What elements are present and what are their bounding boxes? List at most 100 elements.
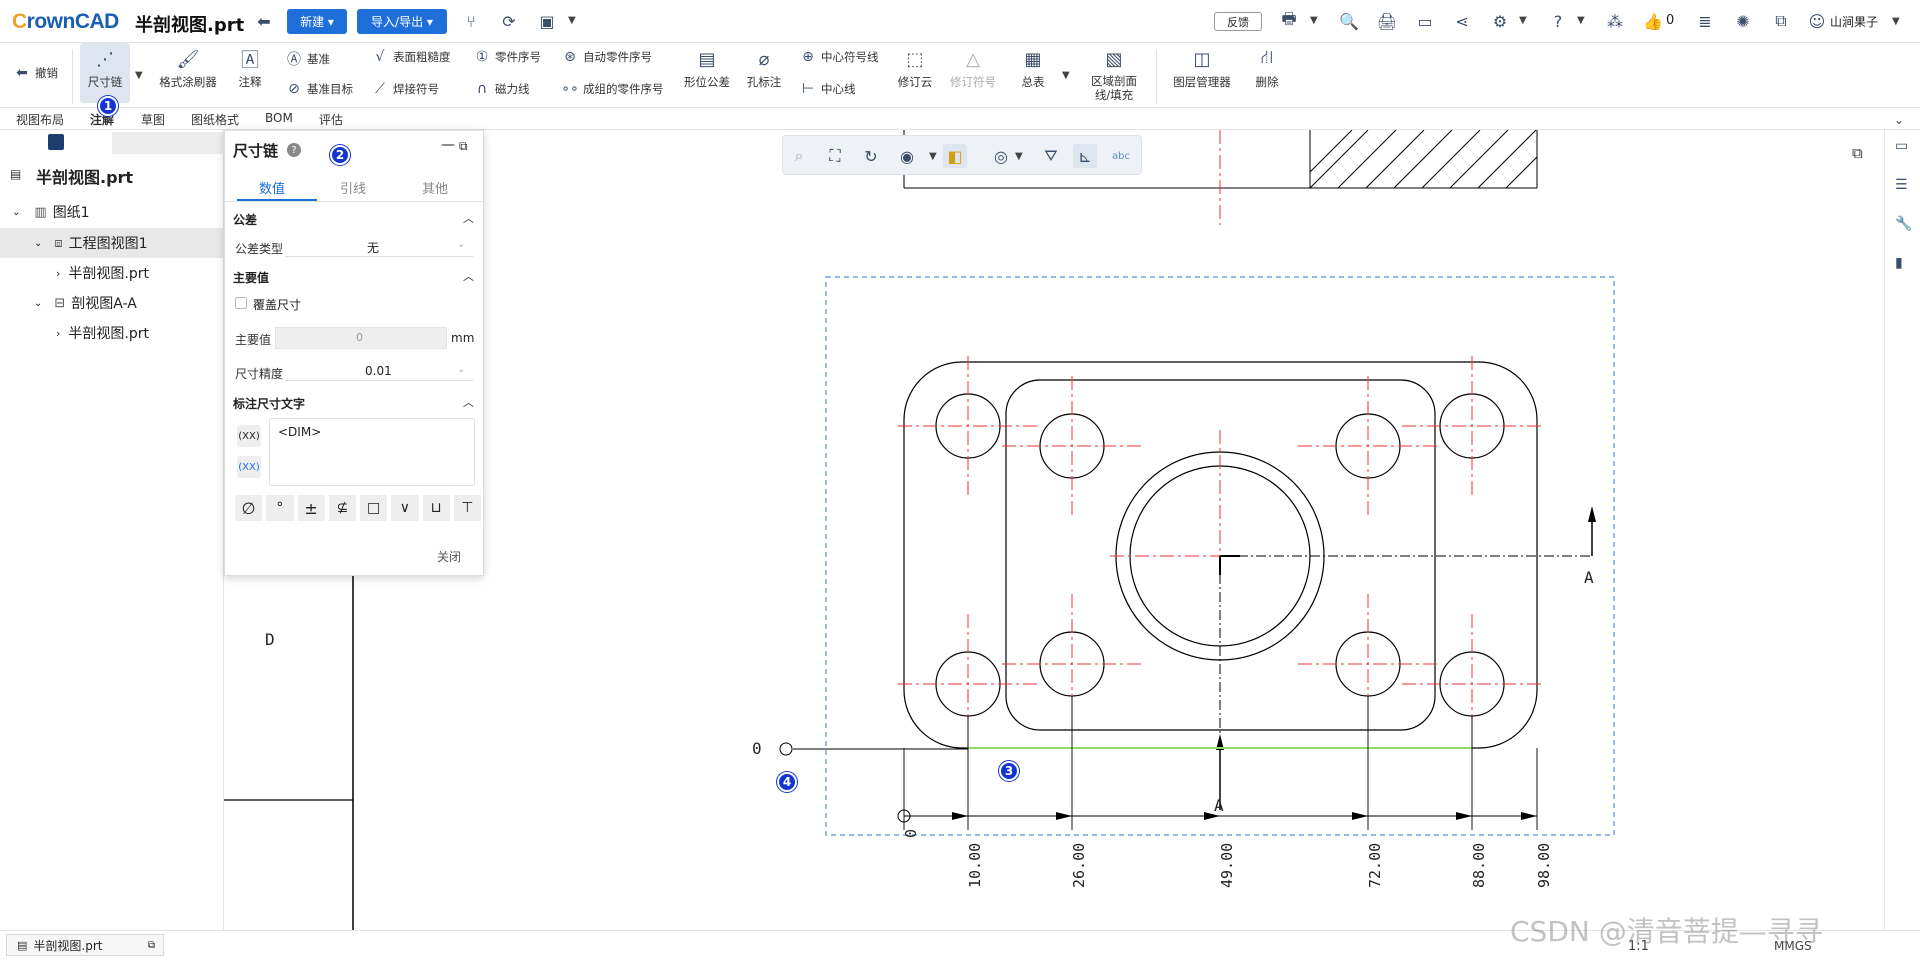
collapse-ribbon-chevron-icon[interactable]: ⌄ (1894, 113, 1904, 127)
dialog-tab-other[interactable]: 其他 (422, 178, 448, 197)
refresh-icon[interactable]: ⟳ (498, 10, 520, 32)
connector-icon[interactable]: ⧉ (1770, 10, 1792, 32)
canvas-restore-icon[interactable]: ⧉ (1852, 144, 1863, 162)
printer-icon[interactable]: 🖨 (1376, 10, 1398, 32)
dim-text-section-header[interactable]: 标注尺寸文字 (233, 395, 305, 412)
chevron-right-icon[interactable]: › (56, 267, 60, 280)
chevron-right-icon[interactable]: › (56, 327, 60, 340)
plugin-bug-icon[interactable]: ✺ (1732, 10, 1754, 32)
like-thumb-icon[interactable]: 👍 (1642, 10, 1664, 32)
print-setup-icon[interactable]: 🖶 (1278, 9, 1300, 32)
countersink-symbol-icon[interactable]: ∨ (391, 495, 419, 521)
chevron-down-icon[interactable]: ⌄ (34, 238, 42, 249)
dim-label-88[interactable]: 88.00 (1470, 843, 1488, 888)
tolerance-section-header[interactable]: 公差 (233, 211, 257, 228)
precision-select[interactable]: 0.01 ⌄ (285, 361, 473, 381)
geometric-tolerance-button[interactable]: ▤ 形位公差 (680, 47, 734, 90)
tab-sheet-format[interactable]: 图纸格式 (191, 111, 239, 128)
import-export-button[interactable]: 导入/导出 ▾ (357, 9, 447, 34)
weld-symbol-button[interactable]: ⟋ 焊接符号 (370, 81, 439, 97)
dim-label-0[interactable]: 0 (902, 778, 920, 838)
tree-item-section-view[interactable]: ⌄ ⊟ 剖视图A-A (0, 288, 224, 318)
centerline-symbol-icon[interactable]: ⊈ (328, 495, 356, 521)
redraw-icon[interactable]: ↻ (859, 144, 883, 168)
tree-root[interactable]: 半剖视图.prt (36, 164, 133, 188)
document-tab[interactable]: ▤ 半剖视图.prt ⧉ (6, 934, 164, 956)
tab-evaluate[interactable]: 评估 (319, 111, 343, 128)
chevron-up-icon[interactable]: ︿ (463, 268, 474, 284)
new-button[interactable]: 新建 ▾ (287, 9, 347, 34)
server-icon[interactable]: ≣ (1694, 10, 1716, 32)
auto-balloon-button[interactable]: ⊛ 自动零件序号 (560, 49, 652, 65)
user-menu-chevron-icon[interactable]: ▼ (1892, 16, 1900, 27)
magnetic-line-button[interactable]: ∩ 磁力线 (472, 81, 530, 97)
save-icon[interactable]: ▣ (536, 10, 558, 32)
dimension-menu-chevron-icon[interactable]: ▼ (135, 70, 143, 81)
tolerance-type-select[interactable]: 无 ⌄ (285, 237, 473, 257)
user-name[interactable]: 山涧果子 (1830, 13, 1878, 30)
surface-roughness-button[interactable]: √ 表面粗糙度 (370, 49, 451, 65)
degree-symbol-icon[interactable]: ° (266, 495, 294, 521)
user-avatar[interactable]: ☺ (1806, 10, 1828, 32)
square-symbol-icon[interactable]: □ (360, 495, 388, 521)
settings-gear-icon[interactable]: ⚙ (1489, 10, 1511, 32)
undo-button[interactable]: ⬅ 撤销 (12, 65, 58, 81)
depth-symbol-icon[interactable]: ⊤ (453, 495, 481, 521)
tree-tab-icon[interactable] (48, 134, 64, 150)
table-menu-chevron-icon[interactable]: ▼ (1062, 70, 1070, 81)
book-icon[interactable]: ▮ (1895, 255, 1903, 271)
axis-icon[interactable]: ⊾ (1073, 144, 1097, 168)
center-mark-line-button[interactable]: ⊕ 中心符号线 (798, 49, 878, 65)
revision-cloud-button[interactable]: ⬚ 修订云 (894, 47, 936, 90)
share-icon[interactable]: ⋖ (1451, 10, 1473, 32)
chevron-down-icon[interactable]: ⌄ (12, 207, 20, 218)
save-menu-chevron-icon[interactable]: ▼ (568, 15, 576, 26)
area-hatch-button[interactable]: ▧ 区域剖面线/填充 (1088, 47, 1140, 103)
dialog-tab-value[interactable]: 数值 (259, 178, 285, 197)
tab-bom[interactable]: BOM (265, 111, 293, 125)
branch-icon[interactable]: ⑂ (460, 10, 482, 32)
fit-view-icon[interactable]: ⛶ (823, 144, 847, 168)
minimize-icon[interactable]: — (441, 137, 455, 153)
diameter-symbol-icon[interactable]: ∅ (235, 495, 263, 521)
override-checkbox[interactable] (235, 297, 247, 309)
counterbore-symbol-icon[interactable]: ⊔ (422, 495, 450, 521)
dim-label-49[interactable]: 49.00 (1218, 843, 1236, 888)
hole-callout-button[interactable]: ⌀ 孔标注 (744, 47, 784, 90)
back-arrow-icon[interactable]: ⬅ (253, 10, 275, 32)
tree-item-part1[interactable]: › 半剖视图.prt (0, 258, 224, 288)
feedback-button[interactable]: 反馈 (1214, 12, 1262, 31)
collaboration-icon[interactable]: ⁂ (1604, 10, 1626, 32)
dialog-tab-leader[interactable]: 引线 (340, 178, 366, 197)
delete-button[interactable]: ⛙ 删除 (1250, 47, 1284, 90)
wrench-icon[interactable]: 🔧 (1895, 216, 1912, 232)
settings-chevron-icon[interactable]: ▼ (1519, 15, 1527, 26)
filter-icon[interactable]: ⛛ (1039, 144, 1063, 168)
stacked-balloon-button[interactable]: ∘∘ 成组的零件序号 (560, 81, 663, 97)
format-painter-button[interactable]: 🖌 格式涂刷器 (154, 47, 222, 90)
section-view-chevron-icon[interactable]: ▼ (1015, 151, 1023, 162)
comment-icon[interactable]: ▭ (1414, 10, 1436, 32)
dim-label-72[interactable]: 72.00 (1366, 843, 1384, 888)
help-icon[interactable]: ? (1547, 10, 1569, 32)
chevron-down-icon[interactable]: ⌄ (34, 298, 42, 309)
tab-sketch[interactable]: 草图 (141, 111, 165, 128)
help-question-icon[interactable]: ? (287, 143, 301, 157)
primary-value-input[interactable]: 0 (275, 327, 447, 349)
plus-minus-symbol-icon[interactable]: ± (297, 495, 325, 521)
shaded-view-icon[interactable]: ◧ (943, 144, 967, 168)
tree-item-sheet1[interactable]: ⌄ ▥ 图纸1 (0, 197, 224, 227)
tree-item-drawing-view1[interactable]: ⌄ ⧈ 工程图视图1 (0, 228, 224, 258)
revision-symbol-button[interactable]: △ 修订符号 (946, 47, 1000, 90)
dim-text-textarea[interactable]: <DIM> (269, 418, 475, 486)
restore-window-icon[interactable]: ⧉ (459, 139, 468, 154)
tree-item-part2[interactable]: › 半剖视图.prt (0, 318, 224, 348)
detach-tab-icon[interactable]: ⧉ (148, 940, 155, 951)
chevron-up-icon[interactable]: ︿ (463, 394, 474, 410)
folder-icon[interactable]: ▭ (1895, 138, 1908, 154)
dim-label-10[interactable]: 10.00 (966, 843, 984, 888)
insert-dim-oval-icon[interactable]: (XX) (237, 456, 261, 478)
dim-label-26[interactable]: 26.00 (1070, 843, 1088, 888)
visibility-chevron-icon[interactable]: ▼ (929, 151, 937, 162)
storage-icon[interactable]: ☰ (1895, 177, 1908, 193)
